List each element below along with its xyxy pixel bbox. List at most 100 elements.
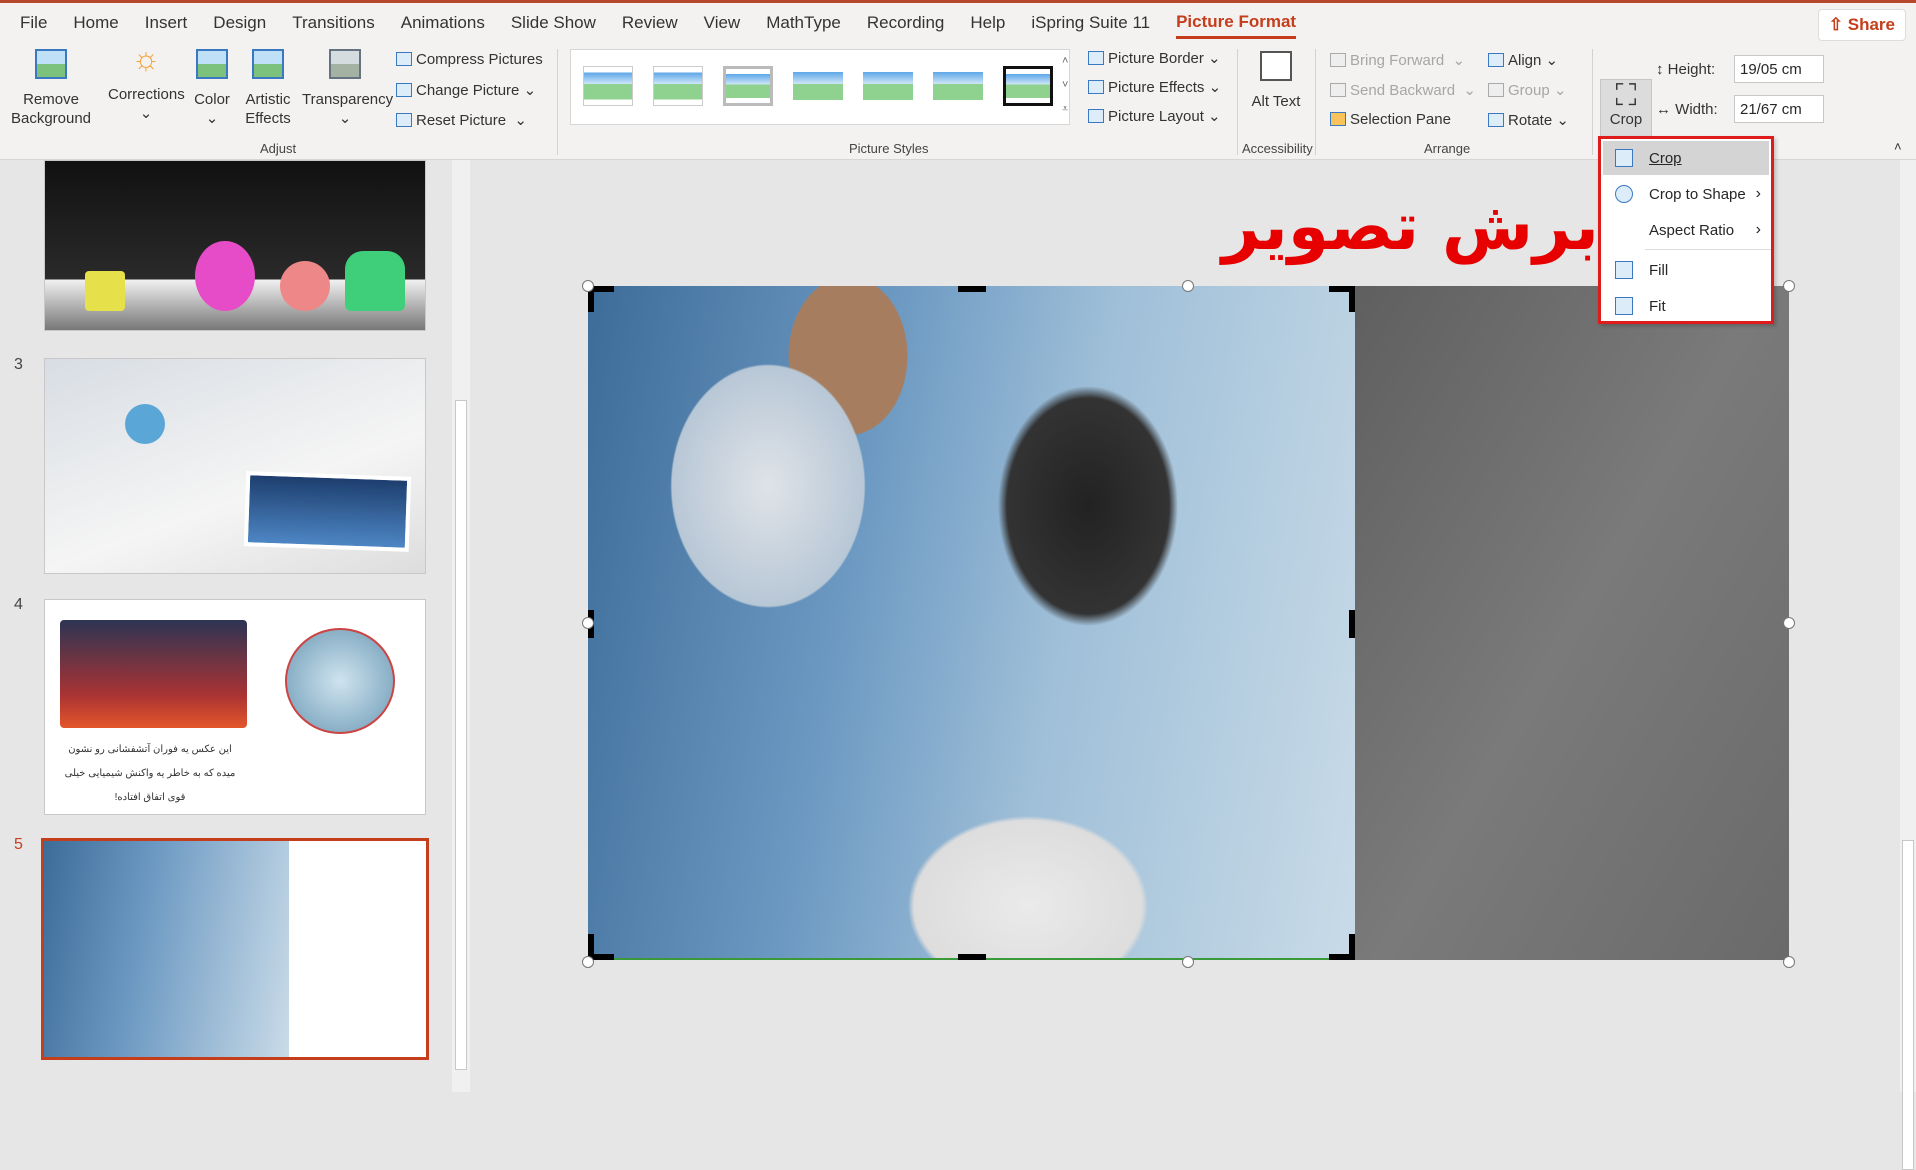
tab-transitions[interactable]: Transitions [292,9,375,37]
collapse-ribbon-icon[interactable]: ˄ [1894,139,1902,154]
menu-item-aspect-ratio[interactable]: Aspect Ratio › [1603,213,1769,247]
menu-item-crop[interactable]: Crop [1603,141,1769,175]
alt-text-button[interactable]: Alt Text [1248,51,1304,111]
style-swatch[interactable] [653,66,703,106]
align-icon [1488,53,1504,67]
accessibility-group-label: Accessibility [1242,141,1313,156]
sun-icon: ☼ [131,40,161,76]
tab-ispring[interactable]: iSpring Suite 11 [1031,9,1150,37]
chevron-right-icon: › [1755,185,1761,202]
share-button[interactable]: ⇧ Share [1817,9,1906,41]
crop-handle-bottom-right[interactable] [1329,954,1355,960]
remove-background-icon [35,49,67,79]
menu-item-fill[interactable]: Fill [1603,253,1769,287]
bubbles-image [285,628,395,734]
slide-number: 4 [14,596,23,613]
crop-to-shape-icon [1615,185,1633,203]
resize-handle[interactable] [1783,956,1795,968]
transparency-button[interactable]: Transparency ⌄ [302,49,393,128]
style-swatch[interactable] [723,66,773,106]
style-swatch[interactable] [583,66,633,106]
style-swatch[interactable] [863,66,913,106]
picture-being-cropped[interactable] [588,286,1355,960]
flask-red [280,261,330,311]
slide-thumbnail-3[interactable] [44,358,426,574]
tab-animations[interactable]: Animations [401,9,485,37]
scrollbar-thumb[interactable] [1902,840,1914,1170]
bring-forward-button[interactable]: Bring Forward ⌄ [1330,51,1465,69]
slide-number: 3 [14,356,23,373]
compress-pictures-button[interactable]: Compress Pictures [396,51,543,68]
crop-handle-top[interactable] [958,286,986,292]
tab-view[interactable]: View [704,9,741,37]
cropped-out-area [1355,286,1789,960]
height-label: ↕ Height: [1656,61,1716,78]
rotate-button[interactable]: Rotate ⌄ [1488,111,1569,129]
selection-pane-icon [1330,112,1346,126]
resize-handle[interactable] [1182,280,1194,292]
artistic-effects-button[interactable]: Artistic Effects [240,49,296,128]
flask-green [345,251,405,311]
resize-handle[interactable] [1182,956,1194,968]
lab-image [44,841,289,1057]
adjust-group-label: Adjust [260,141,297,156]
tab-home[interactable]: Home [73,9,118,37]
rotate-icon [1488,113,1504,127]
height-input[interactable]: 19/05 cm [1734,55,1824,83]
tab-recording[interactable]: Recording [867,9,945,37]
width-input[interactable]: 21/67 cm [1734,95,1824,123]
crop-handle-bottom[interactable] [958,954,986,960]
tab-file[interactable]: File [20,9,47,37]
tab-review[interactable]: Review [622,9,678,37]
crop-handle-right[interactable] [1349,610,1355,638]
style-swatch[interactable] [933,66,983,106]
menu-item-fit[interactable]: Fit [1603,289,1769,323]
picture-layout-button[interactable]: Picture Layout ⌄ [1088,107,1221,125]
send-backward-button[interactable]: Send Backward ⌄ [1330,81,1476,99]
menu-divider [1645,249,1771,250]
slide-thumbnail-5[interactable] [41,838,429,1060]
picture-styles-gallery [570,49,1070,125]
picture-border-button[interactable]: Picture Border ⌄ [1088,49,1221,67]
group-button[interactable]: Group ⌄ [1488,81,1566,99]
slide-title[interactable]: برش تصویر [1222,188,1599,265]
selection-pane-button[interactable]: Selection Pane [1330,111,1451,128]
menu-item-crop-to-shape[interactable]: Crop to Shape › [1603,177,1769,211]
gallery-scroll[interactable]: ˄ ˅ ⩡ [1062,49,1068,121]
resize-handle[interactable] [1783,280,1795,292]
resize-handle[interactable] [1783,617,1795,629]
scrollbar-thumb[interactable] [455,400,467,1070]
resize-handle[interactable] [582,280,594,292]
bring-forward-icon [1330,53,1346,67]
resize-handle[interactable] [582,617,594,629]
canvas-scrollbar[interactable] [1900,160,1916,1170]
resize-handle[interactable] [582,956,594,968]
slide-thumbnail-2[interactable] [44,160,426,331]
align-button[interactable]: Align ⌄ [1488,51,1558,69]
reset-picture-icon [396,113,412,127]
tab-design[interactable]: Design [213,9,266,37]
picture-effects-button[interactable]: Picture Effects ⌄ [1088,78,1221,96]
arrange-group-label: Arrange [1424,141,1471,156]
color-button[interactable]: Color ⌄ [190,49,234,128]
flask-yellow [85,271,125,311]
effects-icon [1088,80,1104,94]
remove-background-button[interactable]: Remove Background [10,49,92,128]
slide-thumbnail-pane: 3 4 این عکس یه فوران آتشفشانی رو نشون می… [0,160,470,1092]
style-swatch[interactable] [793,66,843,106]
tab-picture-format[interactable]: Picture Format [1176,8,1297,39]
tab-insert[interactable]: Insert [145,9,188,37]
thumbnail-scrollbar[interactable] [452,160,470,1092]
slide-thumbnail-4[interactable]: این عکس یه فوران آتشفشانی رو نشون میده ک… [44,599,426,815]
reset-picture-button[interactable]: Reset Picture ⌄ [396,111,527,129]
change-picture-button[interactable]: Change Picture ⌄ [396,81,536,99]
style-swatch[interactable] [1003,66,1053,106]
tab-help[interactable]: Help [970,9,1005,37]
tab-mathtype[interactable]: MathType [766,9,841,37]
crop-handle-top-right[interactable] [1349,286,1355,312]
artistic-effects-icon [252,49,284,79]
tab-slide-show[interactable]: Slide Show [511,9,596,37]
corrections-button[interactable]: ☼ Corrections ⌄ [108,40,185,123]
slide-caption: این عکس یه فوران آتشفشانی رو نشون میده ک… [64,744,236,803]
share-icon: ⇧ [1828,15,1848,34]
